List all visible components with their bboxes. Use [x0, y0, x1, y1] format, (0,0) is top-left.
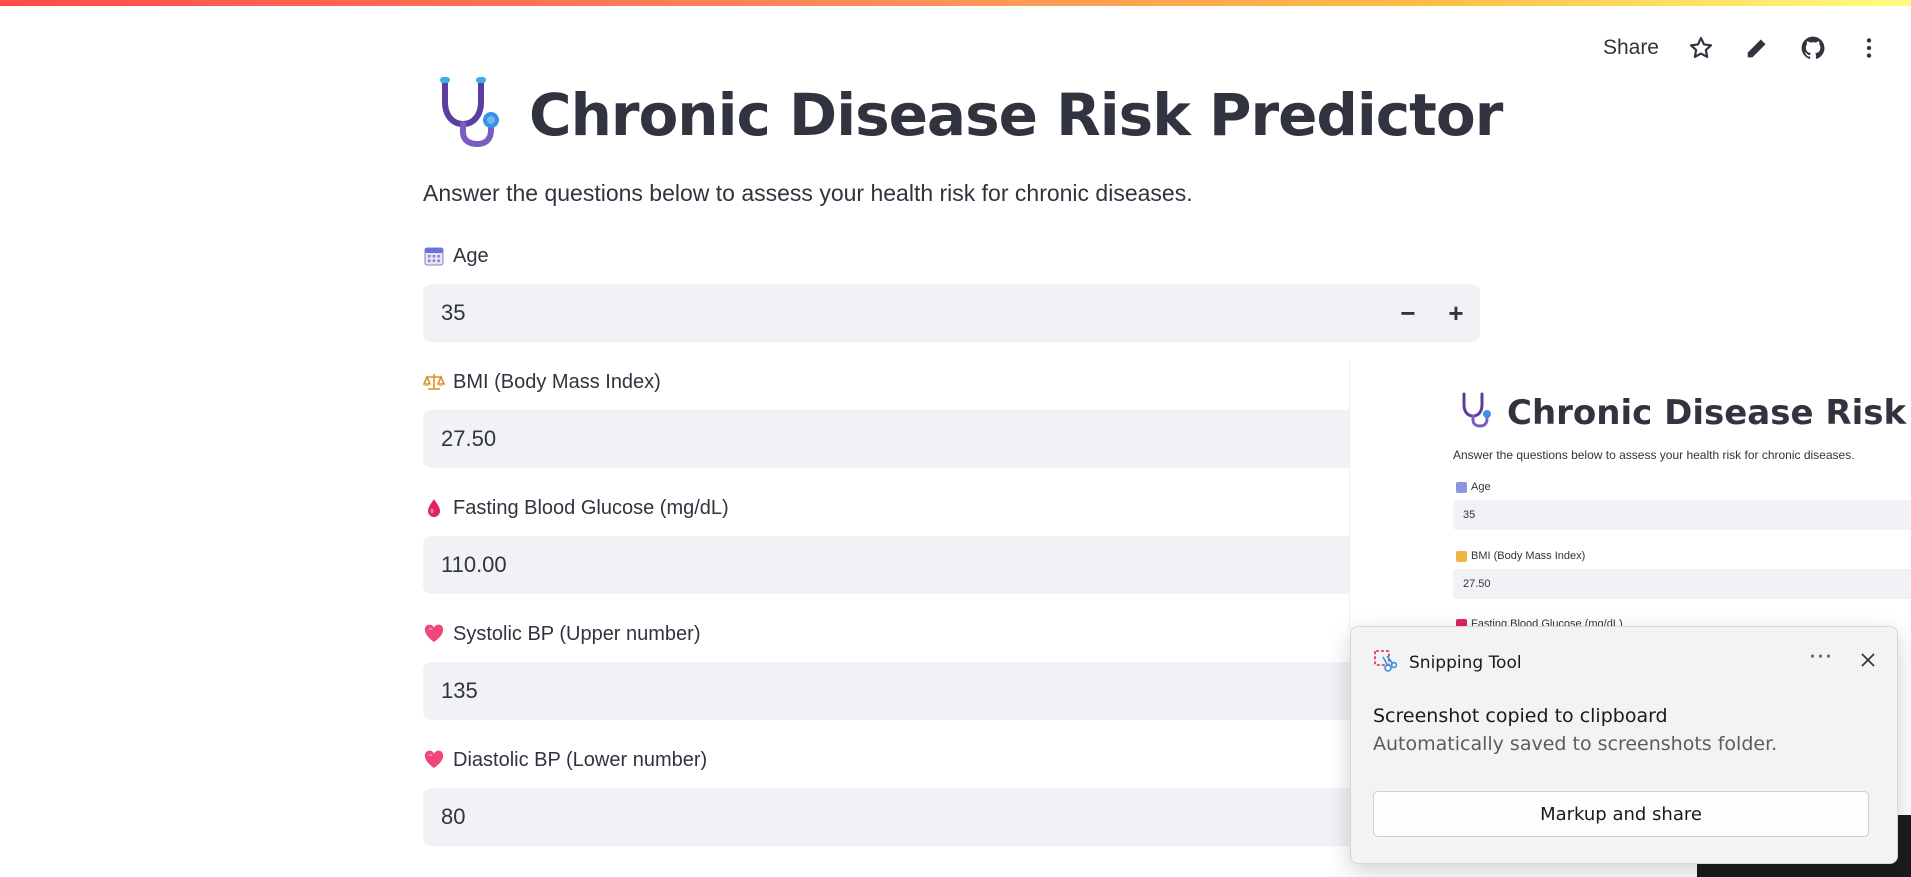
calendar-icon	[423, 245, 445, 267]
diastolic-value[interactable]: 80	[423, 804, 1480, 830]
age-input[interactable]: 35 − +	[423, 284, 1480, 342]
page-subtitle: Answer the questions below to assess you…	[423, 180, 1193, 206]
diastolic-field: Diastolic BP (Lower number) 80	[423, 745, 1480, 846]
preview-header: Chronic Disease Risk Pre	[1457, 390, 1911, 435]
toast-header: Snipping Tool	[1373, 649, 1522, 677]
preview-field-label: BMI (Body Mass Index)	[1456, 550, 1585, 562]
stethoscope-icon	[431, 72, 511, 157]
github-icon[interactable]	[1799, 34, 1827, 62]
page-title: Chronic Disease Risk Predictor	[529, 80, 1503, 149]
field-label: Fasting Blood Glucose (mg/dL)	[423, 493, 1480, 523]
more-vertical-icon[interactable]	[1855, 34, 1883, 62]
systolic-field: Systolic BP (Upper number) 135	[423, 619, 1480, 720]
increment-button[interactable]: +	[1432, 284, 1480, 342]
systolic-input[interactable]: 135	[423, 662, 1480, 720]
decrement-button[interactable]: −	[1384, 284, 1432, 342]
balance-scale-icon	[423, 371, 445, 393]
field-label: BMI (Body Mass Index)	[423, 367, 1480, 397]
preview-input: 27.50	[1453, 569, 1911, 599]
preview-subtitle: Answer the questions below to assess you…	[1453, 448, 1855, 462]
toast-message: Screenshot copied to clipboard	[1373, 705, 1668, 727]
app-header-gradient-bar	[0, 0, 1911, 6]
star-icon[interactable]	[1687, 34, 1715, 62]
toast-detail: Automatically saved to screenshots folde…	[1373, 733, 1778, 755]
toast-more-button[interactable]: ···	[1809, 645, 1833, 670]
preview-field-label: Age	[1456, 481, 1491, 493]
app-toolbar: Share	[1603, 34, 1883, 62]
edit-pencil-icon[interactable]	[1743, 34, 1771, 62]
glucose-value[interactable]: 110.00	[423, 552, 1480, 578]
preview-title: Chronic Disease Risk Pre	[1507, 392, 1911, 433]
field-label: Age	[423, 241, 1480, 271]
snipping-tool-notification[interactable]: Snipping Tool ··· Screenshot copied to c…	[1350, 626, 1898, 864]
systolic-value[interactable]: 135	[423, 678, 1480, 704]
heart-icon	[423, 623, 445, 645]
screenshot-preview[interactable]: Chronic Disease Risk Pre Answer the ques…	[1349, 360, 1911, 630]
age-field: Age 35 − +	[423, 241, 1480, 342]
share-button[interactable]: Share	[1603, 36, 1659, 60]
bmi-value[interactable]: 27.50	[423, 426, 1480, 452]
stethoscope-icon	[1457, 390, 1497, 435]
snipping-tool-icon	[1373, 649, 1398, 677]
calendar-icon	[1456, 481, 1467, 493]
heart-icon	[423, 749, 445, 771]
markup-and-share-button[interactable]: Markup and share	[1373, 791, 1869, 837]
page-header: Chronic Disease Risk Predictor	[431, 72, 1503, 157]
close-icon[interactable]	[1857, 649, 1879, 671]
preview-input: 35	[1453, 500, 1911, 530]
bmi-input[interactable]: 27.50	[423, 410, 1480, 468]
age-stepper: − +	[1384, 284, 1480, 342]
glucose-field: Fasting Blood Glucose (mg/dL) 110.00	[423, 493, 1480, 594]
balance-scale-icon	[1456, 550, 1467, 562]
age-value[interactable]: 35	[423, 300, 1384, 326]
bmi-field: BMI (Body Mass Index) 27.50	[423, 367, 1480, 468]
toast-app-name: Snipping Tool	[1409, 653, 1522, 673]
glucose-input[interactable]: 110.00	[423, 536, 1480, 594]
blood-drop-icon	[423, 497, 445, 519]
field-label: Systolic BP (Upper number)	[423, 619, 1480, 649]
diastolic-input[interactable]: 80	[423, 788, 1480, 846]
field-label: Diastolic BP (Lower number)	[423, 745, 1480, 775]
